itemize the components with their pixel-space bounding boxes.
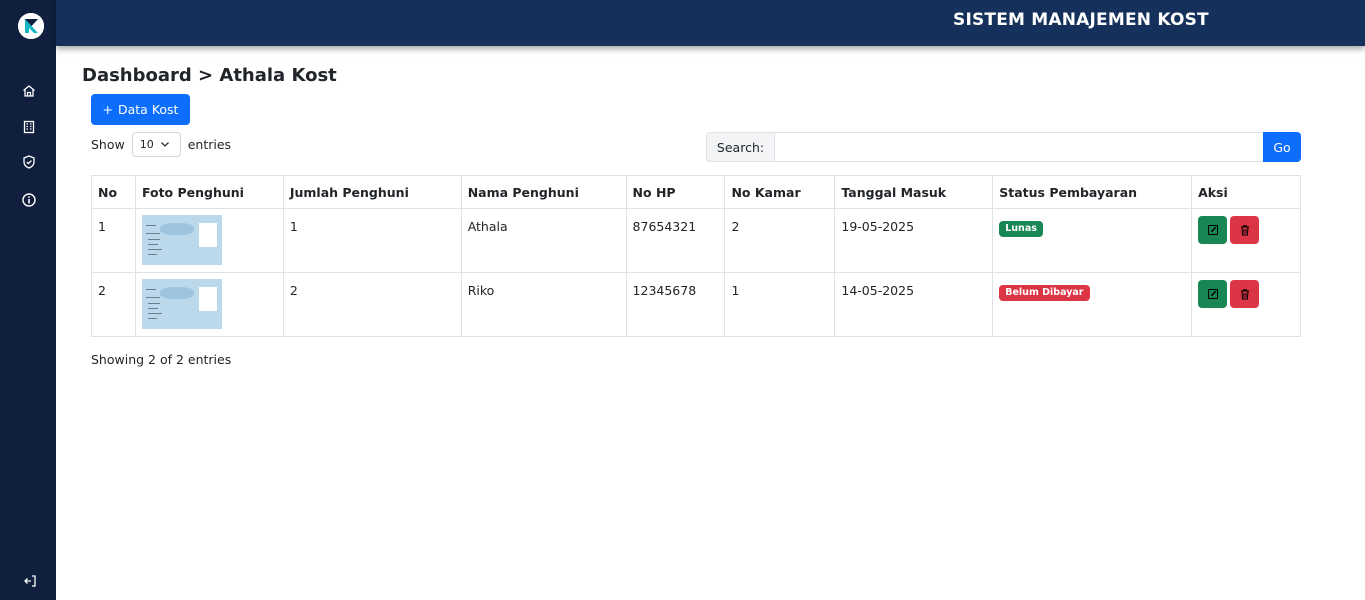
cell-hp: 87654321 [625,208,726,273]
column-header[interactable]: Status Pembayaran [992,175,1193,209]
column-header[interactable]: No [91,175,136,209]
trash-icon [1240,225,1249,236]
cell-nama: Athala [460,208,627,273]
search-input[interactable] [774,132,1263,162]
info-icon[interactable] [21,192,37,208]
column-header[interactable]: Nama Penghuni [460,175,627,209]
home-icon[interactable] [21,83,37,99]
edit-button[interactable] [1198,216,1228,244]
cell-photo [134,208,284,273]
search-group: Search: Go [706,132,1301,162]
delete-button[interactable] [1230,216,1260,244]
add-data-kost-label: Data Kost [118,102,179,117]
trash-icon [1240,289,1249,300]
entries-select-value: 10 [139,138,154,151]
cell-aksi [1191,208,1301,273]
logout-icon[interactable] [23,573,37,592]
table-row: 2 2 Riko 12345678 1 14-05-2025 Belum Dib… [91,272,1301,337]
show-label: Show [91,137,125,152]
cell-nama: Riko [460,272,627,337]
cell-no: 1 [91,208,136,273]
cell-kamar: 1 [724,272,836,337]
edit-button[interactable] [1198,280,1228,308]
go-button[interactable]: Go [1263,132,1301,162]
entries-label: entries [187,137,232,152]
cell-photo [134,272,284,337]
table-info: Showing 2 of 2 entries [91,352,232,367]
cell-jumlah: 1 [282,208,462,273]
cell-tanggal: 19-05-2025 [834,208,994,273]
top-header: SISTEM MANAJEMEN KOST [56,0,1365,46]
ktp-photo-thumbnail[interactable] [141,279,222,329]
cell-hp: 12345678 [625,272,726,337]
building-icon[interactable] [21,119,37,135]
cell-aksi [1191,272,1301,337]
page-length-control: Show 10 entries [91,132,231,157]
shield-check-icon[interactable] [21,154,37,170]
cell-status: Lunas [992,208,1193,273]
cell-no: 2 [91,272,136,337]
plus-icon: + [102,102,113,117]
status-badge: Lunas [999,221,1043,237]
column-header[interactable]: Foto Penghuni [134,175,284,209]
column-header[interactable]: Aksi [1191,175,1301,209]
column-header[interactable]: No HP [625,175,726,209]
penghuni-table: No Foto Penghuni Jumlah Penghuni Nama Pe… [91,175,1301,337]
app-title: SISTEM MANAJEMEN KOST [953,10,1209,30]
column-header[interactable]: Jumlah Penghuni [282,175,462,209]
status-badge: Belum Dibayar [999,285,1090,301]
edit-icon [1207,225,1218,235]
ktp-photo-thumbnail[interactable] [141,215,222,265]
column-header[interactable]: Tanggal Masuk [834,175,994,209]
app-logo[interactable] [18,13,44,39]
cell-kamar: 2 [724,208,836,273]
table-row: 1 1 Athala 87654321 2 19-05-2025 Lunas [91,208,1301,273]
cell-tanggal: 14-05-2025 [834,272,994,337]
table-header-row: No Foto Penghuni Jumlah Penghuni Nama Pe… [91,175,1301,209]
chevron-down-icon [160,139,170,152]
search-label: Search: [706,132,774,162]
delete-button[interactable] [1230,280,1260,308]
breadcrumb: Dashboard > Athala Kost [82,65,337,86]
column-header[interactable]: No Kamar [724,175,836,209]
add-data-kost-button[interactable]: + Data Kost [91,94,190,125]
cell-jumlah: 2 [282,272,462,337]
entries-select[interactable]: 10 [131,132,181,157]
cell-status: Belum Dibayar [992,272,1193,337]
edit-icon [1207,289,1218,299]
sidebar [0,0,56,600]
